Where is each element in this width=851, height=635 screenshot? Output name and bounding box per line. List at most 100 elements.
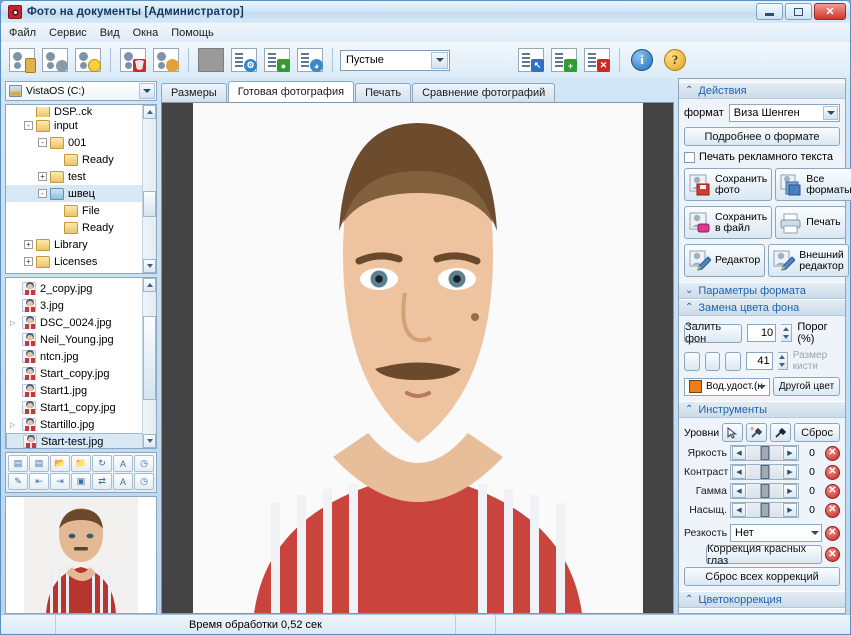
slider-control[interactable]: ◀▶: [730, 502, 799, 518]
section-header-format-params[interactable]: ⌄ Параметры формата: [679, 282, 845, 299]
tree-item[interactable]: +test: [6, 168, 156, 185]
file-list-item[interactable]: ▷Startillo.jpg: [6, 416, 156, 433]
section-header-color-correction[interactable]: ⌃ Цветокоррекция: [679, 591, 845, 608]
tree-expander-icon[interactable]: +: [24, 257, 33, 266]
file-list-item[interactable]: Start1_copy.jpg: [6, 399, 156, 416]
fill-background-button[interactable]: Залить фон: [684, 324, 742, 343]
slider-right-arrow[interactable]: ▶: [783, 484, 797, 498]
photo-preview[interactable]: [5, 496, 157, 614]
folder-open-icon[interactable]: 📂: [50, 455, 70, 472]
all-formats-button[interactable]: Всеформаты: [775, 168, 851, 201]
open-photo-icon[interactable]: [7, 45, 37, 75]
ad-text-checkbox[interactable]: [684, 152, 695, 163]
tab-2[interactable]: Печать: [355, 83, 411, 102]
slider-right-arrow[interactable]: ▶: [783, 465, 797, 479]
menu-item-help[interactable]: Помощь: [171, 27, 214, 39]
time-asc-icon[interactable]: ◷: [134, 455, 154, 472]
tree-expander-icon[interactable]: -: [38, 189, 47, 198]
reset-sharpness-button[interactable]: ✕: [825, 526, 840, 541]
format-dropdown[interactable]: Виза Шенген: [729, 104, 840, 122]
tree-item[interactable]: +Licenses: [6, 253, 156, 270]
slider-reset-button[interactable]: ✕: [825, 503, 840, 518]
scroll-down-button[interactable]: [143, 434, 156, 448]
swap-icon[interactable]: ⇄: [92, 473, 112, 490]
slider-control[interactable]: ◀▶: [730, 445, 799, 461]
scroll-thumb[interactable]: [143, 191, 156, 217]
list-clock-icon[interactable]: ◕: [295, 45, 325, 75]
new-photo-icon[interactable]: [73, 45, 103, 75]
list-add-icon[interactable]: +: [549, 45, 579, 75]
slider-track[interactable]: [747, 484, 782, 498]
file-list-item[interactable]: 3.jpg: [6, 297, 156, 314]
scroll-up-button[interactable]: [143, 278, 156, 292]
slider-reset-button[interactable]: ✕: [825, 446, 840, 461]
section-header-background[interactable]: ⌃ Замена цвета фона: [679, 299, 845, 316]
drive-selector[interactable]: VistaOS (C:): [5, 81, 157, 101]
tree-item[interactable]: Ready: [6, 151, 156, 168]
minimize-button[interactable]: [756, 3, 783, 20]
menu-item-service[interactable]: Сервис: [49, 27, 87, 39]
slider-thumb[interactable]: [760, 446, 769, 460]
scroll-up-button[interactable]: [143, 105, 156, 119]
slider-left-arrow[interactable]: ◀: [732, 446, 746, 460]
slider-right-arrow[interactable]: ▶: [783, 503, 797, 517]
folder-save-icon[interactable]: 📁: [71, 455, 91, 472]
file-list-item[interactable]: Start1.jpg: [6, 382, 156, 399]
slider-control[interactable]: ◀▶: [730, 464, 799, 480]
file-list[interactable]: 2_copy.jpg3.jpg▷DSC_0024.jpgNeil_Young.j…: [6, 278, 156, 449]
refresh-folder-icon[interactable]: ↻: [92, 455, 112, 472]
red-eye-button[interactable]: Коррекция красных глаз: [706, 545, 822, 564]
tree-expander-icon[interactable]: -: [24, 121, 33, 130]
next-icon[interactable]: ⇥: [50, 473, 70, 490]
slider-left-arrow[interactable]: ◀: [732, 465, 746, 479]
external-editor-button[interactable]: Внешнийредактор: [768, 244, 849, 277]
file-list-item[interactable]: Neil_Young.jpg: [6, 331, 156, 348]
slider-right-arrow[interactable]: ▶: [783, 446, 797, 460]
delete-photo-icon[interactable]: 🗑: [118, 45, 148, 75]
prev-icon[interactable]: ⇤: [29, 473, 49, 490]
menu-item-windows[interactable]: Окна: [133, 27, 159, 39]
tree-scrollbar[interactable]: [142, 105, 156, 273]
bg-color-dropdown[interactable]: Вод.удост.(н: [684, 378, 770, 396]
tree-expander-icon[interactable]: +: [24, 240, 33, 249]
folder-tree[interactable]: DSP..ck-input-001Ready+test-швецFileRead…: [6, 105, 156, 274]
tree-expander-icon[interactable]: -: [38, 138, 47, 147]
black-point-picker-icon[interactable]: [770, 423, 791, 442]
slider-reset-button[interactable]: ✕: [825, 465, 840, 480]
sharpness-dropdown[interactable]: Нет: [730, 524, 822, 542]
menu-item-view[interactable]: Вид: [100, 27, 120, 39]
edit-icon[interactable]: ✎: [8, 473, 28, 490]
template-dropdown[interactable]: Пустые: [340, 50, 450, 71]
slider-left-arrow[interactable]: ◀: [732, 484, 746, 498]
file-list-item[interactable]: 2_copy.jpg: [6, 280, 156, 297]
tree-expander-icon[interactable]: +: [38, 172, 47, 181]
white-point-picker-icon[interactable]: +: [746, 423, 767, 442]
time-desc-icon[interactable]: ◷: [134, 473, 154, 490]
sort-asc-icon[interactable]: A: [113, 455, 133, 472]
tree-item[interactable]: -input: [6, 117, 156, 134]
slider-control[interactable]: ◀▶: [730, 483, 799, 499]
section-header-tools[interactable]: ⌃ Инструменты: [679, 401, 845, 418]
file-list-item[interactable]: ▷DSC_0024.jpg: [6, 314, 156, 331]
slider-track[interactable]: [747, 503, 782, 517]
slider-thumb[interactable]: [760, 465, 769, 479]
file-list-item[interactable]: ntcn.jpg: [6, 348, 156, 365]
format-details-button[interactable]: Подробнее о формате: [684, 127, 840, 146]
slider-thumb[interactable]: [760, 484, 769, 498]
save-photo-button[interactable]: Сохранитьфото: [684, 168, 772, 201]
tab-3[interactable]: Сравнение фотографий: [412, 83, 555, 102]
list-person-icon[interactable]: ●: [262, 45, 292, 75]
print-button[interactable]: Печать: [775, 206, 845, 239]
list-select-icon[interactable]: ↖: [516, 45, 546, 75]
fill-tool-icon[interactable]: [725, 352, 741, 371]
close-button[interactable]: ✕: [814, 3, 846, 20]
section-header-actions[interactable]: ⌃ Действия: [679, 82, 845, 99]
add-record-icon[interactable]: ▤: [8, 455, 28, 472]
sort-desc-icon[interactable]: A: [113, 473, 133, 490]
editor-button[interactable]: Редактор: [684, 244, 765, 277]
capture-photo-icon[interactable]: [40, 45, 70, 75]
help-button[interactable]: ?: [660, 45, 690, 75]
scroll-down-button[interactable]: [143, 259, 156, 273]
photo-canvas[interactable]: [161, 102, 674, 614]
slider-left-arrow[interactable]: ◀: [732, 503, 746, 517]
